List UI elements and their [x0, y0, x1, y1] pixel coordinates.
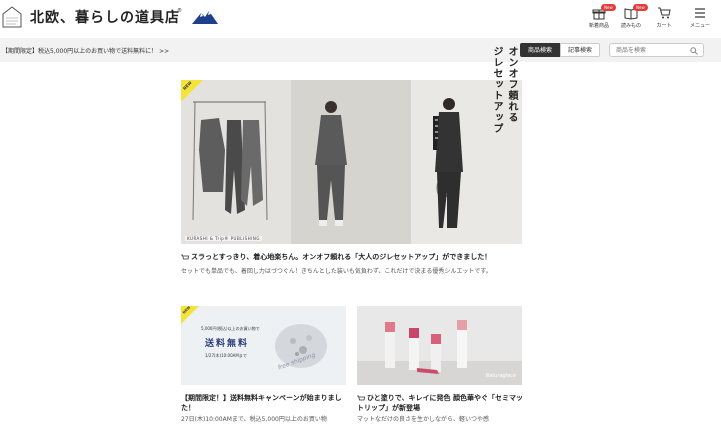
tab-product-search[interactable]: 商品検索 [520, 43, 560, 57]
nav-cart[interactable]: カート [648, 4, 680, 34]
cart-icon [181, 254, 189, 259]
registered-mark: ® [177, 8, 182, 14]
nav-new-items[interactable]: New 新着商品 [583, 4, 616, 34]
house-logo-icon[interactable] [2, 6, 22, 28]
sub-bar: 【期間限定】税込5,000円以上のお買い物で送料無料に！ >> 商品検索 記事検… [0, 38, 721, 62]
nav-label: メニュー [689, 23, 710, 29]
mountain-logo-icon [192, 11, 218, 24]
card-shipping-campaign[interactable]: NEW 5,000円(税込)以上のお買い物で 送料無料 1/27(木)10:00… [181, 306, 346, 385]
hero-title-text: スラっとすっきり、着心地楽ちん。オンオフ頼れる「大人のジレセットアップ」ができま… [191, 253, 492, 261]
card2-title-text: ひと塗りで、キレイに発色 顔色華やぐ「セミマットリップ」が新登場 [357, 394, 523, 412]
card2-desc: マットなだけの良さを生かしながら、軽いつや感 [357, 416, 490, 423]
campaign-big-text: 送料無料 [205, 339, 250, 349]
search-icon[interactable] [690, 47, 698, 55]
hero-photo [181, 80, 522, 244]
search-input[interactable] [616, 45, 686, 55]
tab-article-search[interactable]: 記事検索 [560, 43, 600, 57]
shipping-notice-link[interactable]: 【期間限定】税込5,000円以上のお買い物で送料無料に！ >> [2, 46, 169, 55]
cart-icon [357, 395, 365, 400]
hero-vertical-text-2: ジレセットアップ [491, 46, 502, 134]
cart-icon [658, 7, 671, 19]
hero-banner[interactable]: NEW KURASHI & Trip® PUBLISHING [181, 80, 522, 244]
new-badge: New [633, 4, 648, 11]
menu-icon [695, 8, 705, 18]
card-lipstick[interactable]: Naturaglacé [357, 306, 522, 385]
nav-menu[interactable]: メニュー [684, 4, 716, 34]
card2-title[interactable]: ひと塗りで、キレイに発色 顔色華やぐ「セミマットリップ」が新登場 [357, 393, 527, 413]
site-header: 北欧、暮らしの道具店 ® New 新着商品 New 読みもの カート メニュー [0, 0, 721, 38]
nav-label: 新着商品 [588, 23, 609, 29]
hero-article-title[interactable]: スラっとすっきり、着心地楽ちん。オンオフ頼れる「大人のジレセットアップ」ができま… [181, 252, 522, 262]
hero-vertical-text-1: オンオフ頼れる [506, 46, 517, 123]
nav-articles[interactable]: New 読みもの [615, 4, 648, 34]
card1-title[interactable]: 【期間限定！】送料無料キャンペーンが始まりました！ [181, 393, 351, 413]
search-box [609, 43, 704, 57]
campaign-line1: 5,000円(税込)以上のお買い物で [201, 326, 260, 331]
nav-label: 読みもの [620, 23, 641, 29]
hero-article-desc: セットでも単品でも、着回し力はづつぐん！きちんとした装いも気負わず、これだけで決… [181, 268, 492, 275]
card1-desc: 27日(木)10:00AMまで、税込5,000円以上のお買い物 [181, 416, 327, 423]
brand-label: Naturaglacé [485, 373, 516, 379]
site-name[interactable]: 北欧、暮らしの道具店 [30, 7, 180, 27]
new-badge: New [601, 4, 616, 11]
nav-label: カート [656, 23, 672, 29]
campaign-line2: 1/27(木)10:00AMまで [205, 353, 247, 358]
hero-publisher-caption: KURASHI & Trip® PUBLISHING [185, 236, 262, 241]
